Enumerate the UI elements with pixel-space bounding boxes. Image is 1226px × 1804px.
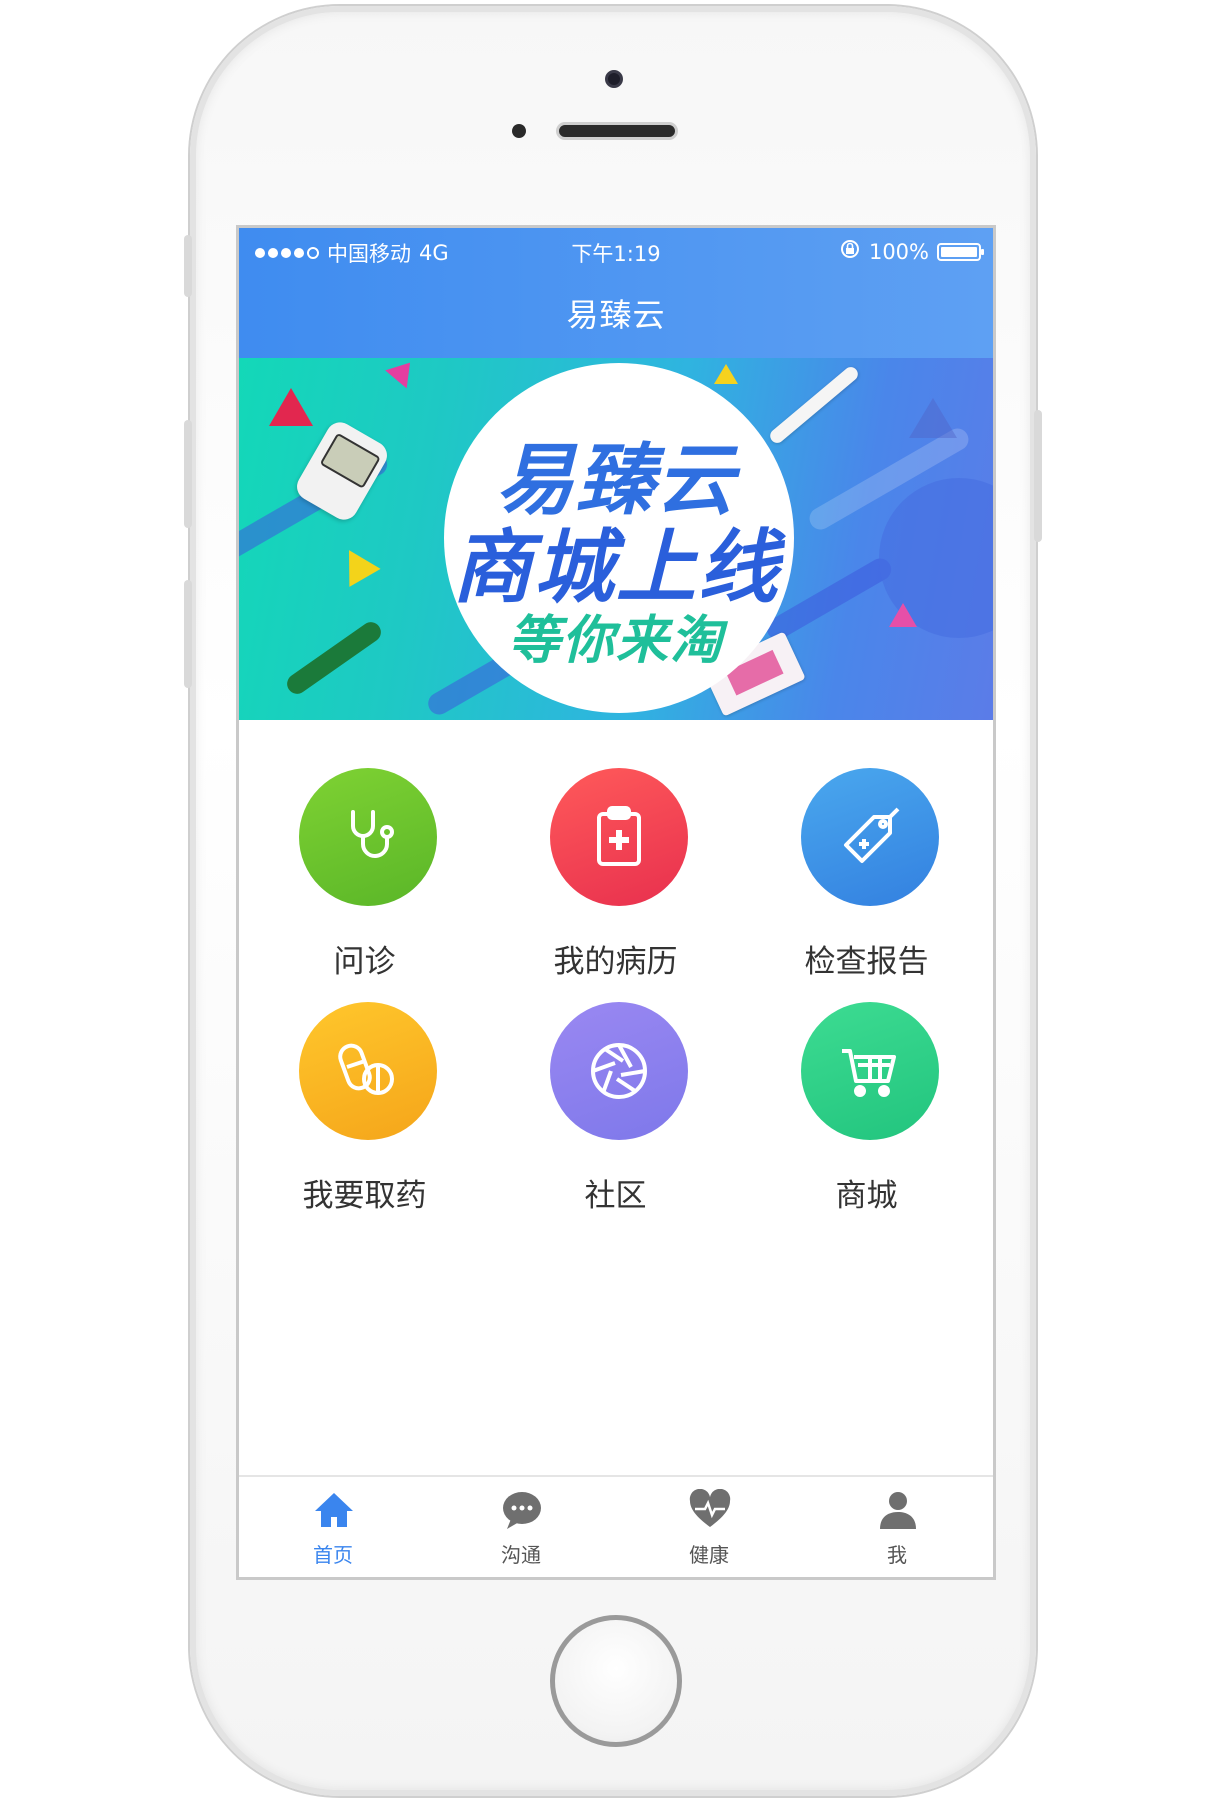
feature-label: 我要取药 <box>302 1178 427 1214</box>
stethoscope-icon <box>299 768 437 906</box>
volume-up-button <box>184 420 192 528</box>
page-title: 易臻云 <box>566 296 666 334</box>
cart-icon <box>801 1002 939 1140</box>
tab-label: 健康 <box>689 1543 729 1567</box>
feature-mall[interactable]: 商城 <box>741 1002 992 1242</box>
home-button[interactable] <box>550 1615 682 1747</box>
tab-label: 我 <box>887 1543 907 1567</box>
user-icon <box>877 1489 919 1531</box>
rotation-lock-icon <box>839 238 861 265</box>
power-button <box>1034 410 1042 542</box>
feature-medical-records[interactable]: 我的病历 <box>490 768 741 1008</box>
pills-icon <box>299 1002 437 1140</box>
battery-percentage: 100% <box>868 239 929 264</box>
banner-tagline: 等你来淘 <box>507 611 724 671</box>
earpiece-speaker <box>556 122 678 140</box>
feature-label: 检查报告 <box>804 944 929 980</box>
front-camera <box>605 70 623 88</box>
feature-label: 问诊 <box>333 944 396 980</box>
feature-get-medicine[interactable]: 我要取药 <box>239 1002 490 1242</box>
mute-switch <box>184 235 192 297</box>
clipboard-icon <box>550 768 688 906</box>
feature-community[interactable]: 社区 <box>490 1002 741 1242</box>
app-screen: 中国移动 4G 下午1:19 100% 易臻云 易臻云 商城上线 等你来淘 问诊… <box>236 225 996 1580</box>
heart-pulse-icon <box>689 1488 731 1531</box>
status-bar: 中国移动 4G 下午1:19 100% <box>239 238 993 268</box>
volume-down-button <box>184 580 192 688</box>
chat-icon <box>501 1489 543 1531</box>
home-icon <box>313 1489 355 1531</box>
feature-label: 我的病历 <box>553 944 678 980</box>
tab-me[interactable]: 我 <box>803 1477 991 1577</box>
feature-label: 商城 <box>835 1178 898 1214</box>
app-header: 中国移动 4G 下午1:19 100% 易臻云 <box>239 228 993 358</box>
tab-label: 沟通 <box>501 1543 541 1567</box>
feature-label: 社区 <box>584 1178 647 1214</box>
feature-test-reports[interactable]: 检查报告 <box>741 768 992 1008</box>
tag-icon <box>801 768 939 906</box>
tab-health[interactable]: 健康 <box>615 1477 803 1577</box>
tab-label: 首页 <box>313 1543 353 1567</box>
tab-chat[interactable]: 沟通 <box>427 1477 615 1577</box>
proximity-sensor <box>512 124 526 138</box>
aperture-icon <box>550 1002 688 1140</box>
feature-consultation[interactable]: 问诊 <box>239 768 490 1008</box>
bottom-tab-bar: 首页 沟通 健康 我 <box>239 1475 993 1577</box>
tab-home[interactable]: 首页 <box>239 1477 427 1577</box>
battery-icon <box>937 242 984 261</box>
promo-banner[interactable]: 易臻云 商城上线 等你来淘 <box>239 358 993 720</box>
